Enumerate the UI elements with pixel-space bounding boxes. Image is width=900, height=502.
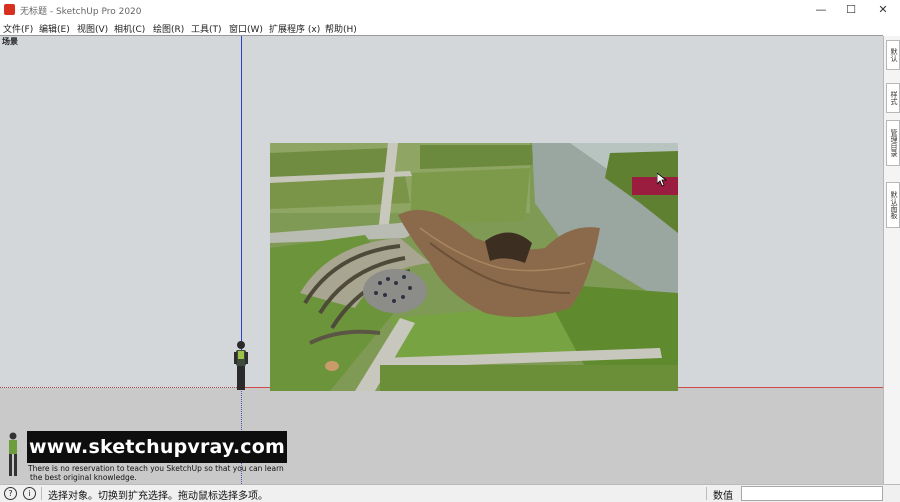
- menu-tools[interactable]: 工具(T): [191, 22, 222, 35]
- red-axis-negative: [0, 387, 241, 388]
- menu-edit[interactable]: 编辑(E): [39, 22, 70, 35]
- tray-tab-manage-directory[interactable]: 管理目录: [886, 120, 900, 166]
- mouse-cursor-icon: [657, 173, 667, 187]
- status-bar: ? i 选择对象。切换到扩充选择。拖动鼠标选择多项。 数值: [0, 484, 900, 502]
- watermark-person-icon: [9, 432, 17, 476]
- status-divider: [41, 487, 42, 500]
- blue-axis: [241, 36, 242, 388]
- menu-bar: 文件(F) 编辑(E) 视图(V) 相机(C) 绘图(R) 工具(T) 窗口(W…: [0, 19, 900, 35]
- watermark-caption-line2: the best original knowledge.: [30, 473, 137, 482]
- menu-extensions[interactable]: 扩展程序 (x): [269, 22, 320, 35]
- tray-tab-default[interactable]: 默认: [886, 40, 900, 70]
- close-button[interactable]: ✕: [868, 1, 898, 18]
- watermark-caption-line1: There is no reservation to teach you Ske…: [28, 464, 284, 473]
- measurements-label: 数值: [713, 491, 733, 502]
- measure-divider: [706, 487, 707, 500]
- watermark-url: www.sketchupvray.com: [27, 431, 287, 463]
- scale-figure-person[interactable]: [231, 340, 251, 392]
- scene-tab-label[interactable]: 场景: [2, 36, 18, 47]
- menu-file[interactable]: 文件(F): [3, 22, 33, 35]
- menu-window[interactable]: 窗口(W): [229, 22, 263, 35]
- menu-camera[interactable]: 相机(C): [114, 22, 145, 35]
- status-hint-text: 选择对象。切换到扩充选择。拖动鼠标选择多项。: [48, 491, 268, 502]
- sketchup-logo-icon: [4, 4, 15, 15]
- info-icon[interactable]: i: [23, 487, 36, 500]
- minimize-button[interactable]: —: [806, 1, 836, 18]
- maximize-button[interactable]: ☐: [836, 1, 866, 18]
- drawing-viewport[interactable]: 场景 www.sketchupvray.com There is no rese…: [0, 36, 883, 484]
- title-bar: 无标题 - SketchUp Pro 2020 — ☐ ✕: [0, 0, 900, 19]
- menu-view[interactable]: 视图(V): [77, 22, 108, 35]
- tray-tab-default-panel[interactable]: 默认面板: [886, 182, 900, 228]
- watermark-caption: There is no reservation to teach you Ske…: [28, 464, 298, 482]
- menu-help[interactable]: 帮助(H): [325, 22, 357, 35]
- imported-photo-image[interactable]: [270, 143, 678, 391]
- default-tray-panel: 默认 样式 管理目录 默认面板: [883, 36, 900, 484]
- measurements-input[interactable]: [741, 486, 883, 501]
- help-circle-icon[interactable]: ?: [4, 487, 17, 500]
- tray-tab-styles[interactable]: 样式: [886, 83, 900, 113]
- window-title: 无标题 - SketchUp Pro 2020: [20, 7, 142, 17]
- menu-draw[interactable]: 绘图(R): [153, 22, 184, 35]
